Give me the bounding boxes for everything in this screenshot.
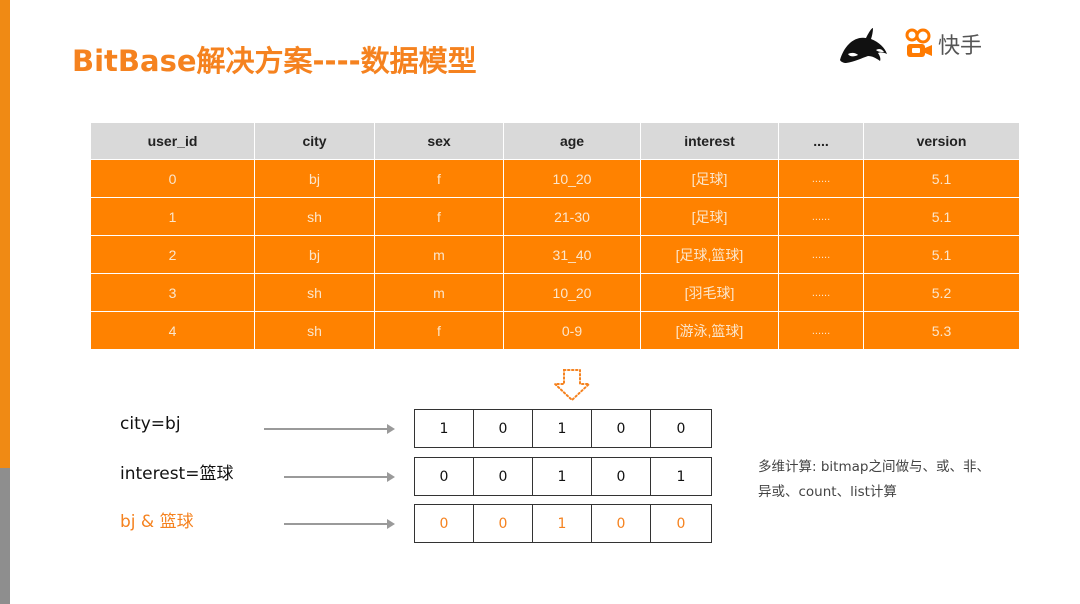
note-line-2: 异或、count、list计算: [758, 484, 897, 500]
bit: 0: [592, 505, 651, 542]
cell-city: sh: [254, 311, 375, 350]
bit: 1: [533, 505, 592, 542]
cell-age: 10_20: [503, 159, 641, 198]
dotted-down-arrow-icon: [552, 369, 592, 402]
cell-user-id: 1: [90, 197, 255, 236]
col-header-more: ....: [778, 122, 864, 160]
col-header-version: version: [863, 122, 1020, 160]
cell-city: bj: [254, 235, 375, 274]
cell-age: 10_20: [503, 273, 641, 312]
cell-sex: m: [374, 273, 504, 312]
orca-icon: [840, 28, 887, 63]
bitmap-label-interest: interest=篮球: [120, 464, 234, 484]
cell-user-id: 3: [90, 273, 255, 312]
bit: 0: [676, 420, 686, 437]
slide-title: BitBase解决方案----数据模型: [72, 44, 477, 78]
cell-age: 0-9: [503, 311, 641, 350]
arrow-right-icon: [264, 424, 395, 434]
cell-sex: f: [374, 159, 504, 198]
cell-sex: f: [374, 311, 504, 350]
cell-sex: f: [374, 197, 504, 236]
bit: 0: [474, 410, 533, 447]
cell-version: 5.1: [863, 159, 1020, 198]
arrow-right-icon: [284, 519, 395, 529]
table-row: 1 sh f 21-30 [足球] ...... 5.1: [90, 197, 1020, 236]
cell-more: ......: [778, 311, 864, 350]
col-header-user-id: user_id: [90, 122, 255, 160]
bit: 0: [676, 515, 686, 532]
user-data-table: user_id city sex age interest .... versi…: [90, 122, 1020, 350]
table-row: 3 sh m 10_20 [羽毛球] ...... 5.2: [90, 273, 1020, 312]
bit: 0: [415, 505, 474, 542]
bitmap-label-result: bj & 篮球: [120, 512, 194, 532]
col-header-sex: sex: [374, 122, 504, 160]
bit: 0: [592, 410, 651, 447]
side-accent-bar-orange: [0, 0, 10, 468]
cell-version: 5.2: [863, 273, 1020, 312]
side-accent-bar-gray: [0, 468, 10, 604]
cell-more: ......: [778, 235, 864, 274]
bitmap-city: 1 0 1 0 0: [414, 409, 712, 448]
cell-interest: [羽毛球]: [640, 273, 779, 312]
arrow-right-icon: [284, 472, 395, 482]
cell-user-id: 4: [90, 311, 255, 350]
cell-version: 5.1: [863, 197, 1020, 236]
cell-more: ......: [778, 273, 864, 312]
cell-interest: [足球]: [640, 197, 779, 236]
cell-version: 5.3: [863, 311, 1020, 350]
cell-interest: [游泳,篮球]: [640, 311, 779, 350]
bitmap-interest: 0 0 1 0 1: [414, 457, 712, 496]
bit: 0: [474, 505, 533, 542]
cell-interest: [足球,篮球]: [640, 235, 779, 274]
cell-city: sh: [254, 273, 375, 312]
bit: 1: [676, 468, 686, 485]
cell-user-id: 0: [90, 159, 255, 198]
bit: 0: [415, 458, 474, 495]
col-header-interest: interest: [640, 122, 779, 160]
cell-age: 31_40: [503, 235, 641, 274]
col-header-city: city: [254, 122, 375, 160]
kuaishou-icon: [905, 28, 932, 57]
cell-sex: m: [374, 235, 504, 274]
bit: 1: [415, 410, 474, 447]
kuaishou-logo: 快手: [904, 28, 982, 60]
bit: 0: [592, 458, 651, 495]
bitmap-label-city: city=bj: [120, 414, 181, 434]
note-line-1: 多维计算: bitmap之间做与、或、非、: [758, 459, 990, 475]
table-row: 2 bj m 31_40 [足球,篮球] ...... 5.1: [90, 235, 1020, 274]
table-row: 0 bj f 10_20 [足球] ...... 5.1: [90, 159, 1020, 198]
brand-name: 快手: [938, 34, 983, 59]
bitmap-result: 0 0 1 0 0: [414, 504, 712, 543]
cell-more: ......: [778, 197, 864, 236]
cell-version: 5.1: [863, 235, 1020, 274]
bit: 1: [533, 458, 592, 495]
cell-city: bj: [254, 159, 375, 198]
cell-city: sh: [254, 197, 375, 236]
table-row: 4 sh f 0-9 [游泳,篮球] ...... 5.3: [90, 311, 1020, 350]
bit: 1: [533, 410, 592, 447]
table-header-row: user_id city sex age interest .... versi…: [90, 122, 1020, 160]
cell-more: ......: [778, 159, 864, 198]
col-header-age: age: [503, 122, 641, 160]
cell-interest: [足球]: [640, 159, 779, 198]
cell-user-id: 2: [90, 235, 255, 274]
bit: 0: [474, 458, 533, 495]
cell-age: 21-30: [503, 197, 641, 236]
computation-note: 多维计算: bitmap之间做与、或、非、 异或、count、list计算: [758, 455, 998, 505]
